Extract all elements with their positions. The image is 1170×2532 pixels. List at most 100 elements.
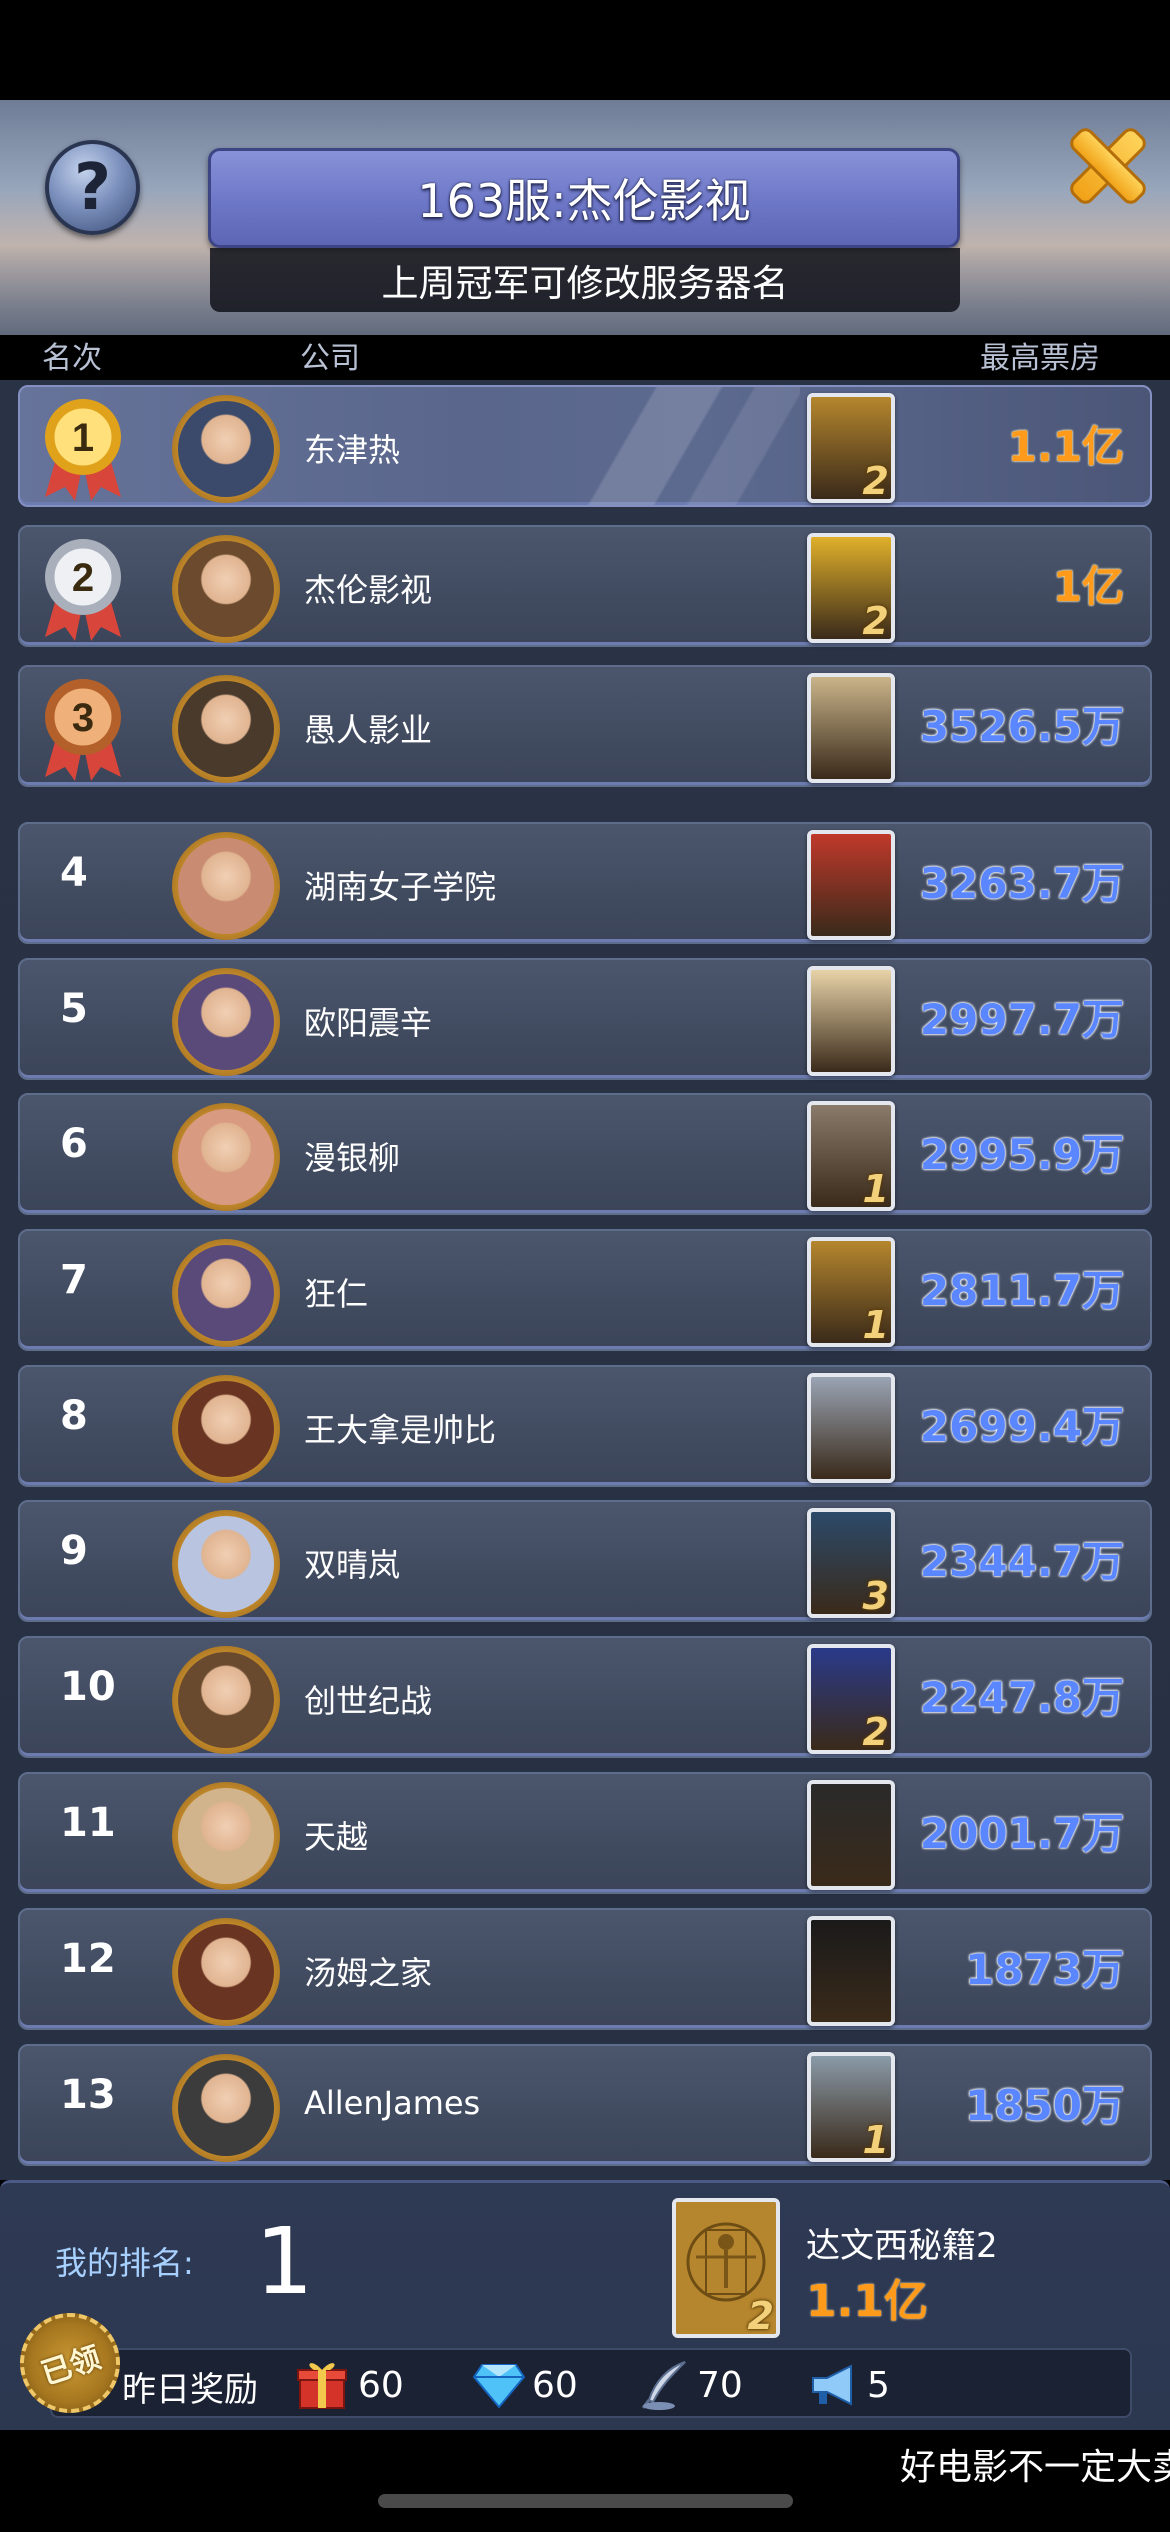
- rank-number: 9: [60, 1528, 88, 1574]
- my-rank-label: 我的排名:: [55, 2244, 194, 2282]
- my-movie-poster[interactable]: 2: [672, 2198, 780, 2338]
- leaderboard-row[interactable]: 4 湖南女子学院 3263.7万: [18, 822, 1152, 944]
- my-poster-sequel-number: 2: [747, 2294, 774, 2338]
- rank-number: 11: [60, 1800, 116, 1846]
- player-avatar[interactable]: [172, 832, 280, 940]
- player-avatar[interactable]: [172, 675, 280, 783]
- movie-poster[interactable]: [807, 673, 895, 783]
- reward-megaphone: 5: [807, 2358, 890, 2412]
- player-avatar[interactable]: [172, 395, 280, 503]
- poster-sequel-number: 2: [862, 459, 889, 503]
- leaderboard-row[interactable]: 13 AllenJames 1 1850万: [18, 2044, 1152, 2166]
- company-name: 天越: [304, 1818, 369, 1856]
- movie-poster[interactable]: [807, 1373, 895, 1483]
- company-name: 欧阳震辛: [304, 1004, 433, 1042]
- movie-poster[interactable]: [807, 1780, 895, 1890]
- poster-sequel-number: 2: [862, 1710, 889, 1754]
- my-box-office: 1.1亿: [806, 2276, 928, 2327]
- movie-poster[interactable]: [807, 830, 895, 940]
- column-header-top-box-office: 最高票房: [980, 341, 1100, 376]
- leaderboard-row[interactable]: 11 天越 2001.7万: [18, 1772, 1152, 1894]
- company-name: 王大拿是帅比: [304, 1411, 497, 1449]
- rank-number: 10: [60, 1664, 116, 1710]
- home-indicator[interactable]: [378, 2494, 793, 2508]
- box-office-value: 2247.8万: [919, 1673, 1124, 1722]
- rank-medal-icon: 1: [45, 399, 121, 501]
- movie-poster[interactable]: 1: [807, 2052, 895, 2162]
- poster-sequel-number: 1: [862, 1167, 889, 1211]
- player-avatar[interactable]: [172, 1103, 280, 1211]
- movie-poster[interactable]: [807, 1916, 895, 2026]
- leaderboard-row[interactable]: 10 创世纪战 2 2247.8万: [18, 1636, 1152, 1758]
- reward-quill: 70: [637, 2358, 743, 2412]
- leaderboard-row[interactable]: 5 欧阳震辛 2997.7万: [18, 958, 1152, 1080]
- megaphone-icon: [812, 2364, 852, 2406]
- player-avatar[interactable]: [172, 535, 280, 643]
- box-office-value: 2344.7万: [919, 1537, 1124, 1586]
- player-avatar[interactable]: [172, 1782, 280, 1890]
- leaderboard-row[interactable]: 8 王大拿是帅比 2699.4万: [18, 1365, 1152, 1487]
- rank-number: 12: [60, 1936, 116, 1982]
- column-header-rank: 名次: [42, 341, 102, 376]
- company-name: 创世纪战: [304, 1682, 433, 1720]
- leaderboard-row[interactable]: 1 东津热 2 1.1亿: [18, 385, 1152, 507]
- poster-sequel-number: 3: [862, 1574, 889, 1618]
- company-name: 双晴岚: [304, 1546, 401, 1584]
- my-movie-title: 达文西秘籍2: [806, 2226, 998, 2266]
- rank-medal-icon: 3: [45, 679, 121, 781]
- movie-poster[interactable]: 3: [807, 1508, 895, 1618]
- leaderboard-row[interactable]: 9 双晴岚 3 2344.7万: [18, 1500, 1152, 1622]
- movie-poster[interactable]: 2: [807, 1644, 895, 1754]
- close-icon[interactable]: [1062, 120, 1154, 212]
- company-name: 汤姆之家: [304, 1954, 433, 1992]
- reward-diamond: 60: [472, 2358, 578, 2412]
- rank-number: 5: [60, 986, 88, 1032]
- gift-box-icon: [297, 2363, 347, 2409]
- server-subtitle-bar: 上周冠军可修改服务器名: [210, 248, 960, 312]
- player-avatar[interactable]: [172, 2054, 280, 2162]
- leaderboard-row[interactable]: 6 漫银柳 1 2995.9万: [18, 1093, 1152, 1215]
- leaderboard-row[interactable]: 12 汤姆之家 1873万: [18, 1908, 1152, 2030]
- claimed-stamp-text: 已领: [37, 2340, 106, 2393]
- leaderboard-row[interactable]: 3 愚人影业 3526.5万: [18, 665, 1152, 787]
- rank-medal-number: 3: [72, 696, 94, 740]
- player-avatar[interactable]: [172, 1375, 280, 1483]
- leaderboard-list[interactable]: 1 东津热 2 1.1亿 2 杰伦影视 2 1亿 3 愚人影业 3526.5万 …: [0, 380, 1170, 2180]
- reward-diamond-value: 60: [532, 2364, 578, 2406]
- company-name: 漫银柳: [304, 1139, 401, 1177]
- box-office-value: 2997.7万: [919, 995, 1124, 1044]
- company-name: 湖南女子学院: [304, 868, 497, 906]
- box-office-value: 1亿: [1052, 562, 1124, 611]
- movie-poster[interactable]: 1: [807, 1101, 895, 1211]
- leaderboard-row[interactable]: 2 杰伦影视 2 1亿: [18, 525, 1152, 647]
- rank-number: 6: [60, 1121, 88, 1167]
- movie-poster[interactable]: 1: [807, 1237, 895, 1347]
- help-button[interactable]: ?: [45, 140, 140, 235]
- leaderboard-row[interactable]: 7 狂仁 1 2811.7万: [18, 1229, 1152, 1351]
- box-office-value: 2995.9万: [919, 1130, 1124, 1179]
- company-name: 杰伦影视: [304, 571, 433, 609]
- player-avatar[interactable]: [172, 1918, 280, 2026]
- movie-poster[interactable]: 2: [807, 393, 895, 503]
- leaderboard-screen: { "header": { "title": "163服:杰伦影视", "sub…: [0, 0, 1170, 2532]
- box-office-value: 1850万: [965, 2081, 1124, 2130]
- player-avatar[interactable]: [172, 1646, 280, 1754]
- box-office-value: 2001.7万: [919, 1809, 1124, 1858]
- rank-medal-number: 1: [72, 416, 94, 460]
- player-avatar[interactable]: [172, 968, 280, 1076]
- movie-poster[interactable]: 2: [807, 533, 895, 643]
- server-title-bar: 163服:杰伦影视: [208, 148, 960, 248]
- my-rank-panel: 我的排名: 1 2 达文西秘籍2 1.1亿 昨日奖励 60 60 70 5 已领: [0, 2180, 1170, 2430]
- player-avatar[interactable]: [172, 1510, 280, 1618]
- rank-number: 7: [60, 1257, 88, 1303]
- poster-sequel-number: 1: [862, 1303, 889, 1347]
- reward-megaphone-value: 5: [867, 2364, 890, 2406]
- rank-number: 4: [60, 850, 88, 896]
- news-ticker: 好电影不一定大卖: [900, 2447, 1170, 2488]
- movie-poster[interactable]: [807, 966, 895, 1076]
- rank-number: 13: [60, 2072, 116, 2118]
- player-avatar[interactable]: [172, 1239, 280, 1347]
- rank-medal-number: 2: [72, 556, 94, 600]
- poster-sequel-number: 2: [862, 599, 889, 643]
- daily-reward-label: 昨日奖励: [122, 2370, 258, 2410]
